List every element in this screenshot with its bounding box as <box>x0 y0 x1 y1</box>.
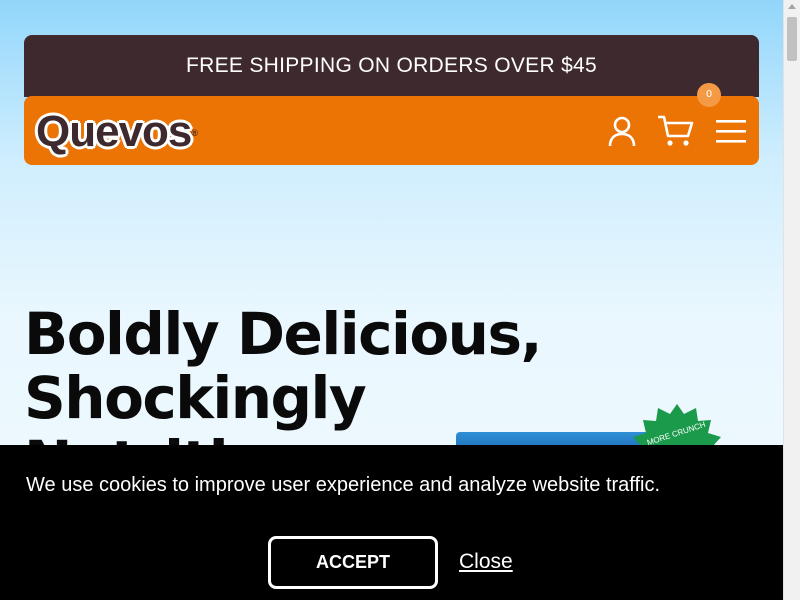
logo-text: Quevos <box>36 106 192 156</box>
promo-bar: FREE SHIPPING ON ORDERS OVER $45 <box>24 35 759 97</box>
nav-icons: 0 <box>607 82 747 148</box>
scroll-up-arrow-icon[interactable] <box>788 4 796 9</box>
promo-text: FREE SHIPPING ON ORDERS OVER $45 <box>185 54 598 77</box>
cookie-banner: We use cookies to improve user experienc… <box>0 445 783 600</box>
hero-title-line-1: Boldly Delicious, <box>24 300 543 368</box>
menu-icon <box>716 119 746 143</box>
scrollbar-thumb[interactable] <box>787 17 797 61</box>
registered-mark: ® <box>191 127 198 138</box>
cart-button[interactable]: 0 <box>657 82 721 148</box>
close-link[interactable]: Close <box>459 550 513 574</box>
accept-button[interactable]: ACCEPT <box>268 536 438 589</box>
nav-bar: Quevos® 0 <box>24 82 759 165</box>
hero-title-line-2: Shockingly <box>24 364 367 432</box>
cookie-message: We use cookies to improve user experienc… <box>26 474 661 496</box>
site-header: FREE SHIPPING ON ORDERS OVER $45 Quevos®… <box>24 35 759 165</box>
menu-button[interactable] <box>715 118 747 144</box>
scrollbar[interactable] <box>783 0 800 600</box>
account-button[interactable] <box>607 115 637 147</box>
brand-logo[interactable]: Quevos® <box>36 106 198 156</box>
account-icon <box>608 116 636 146</box>
cart-icon <box>658 115 694 146</box>
cart-count-badge: 0 <box>697 82 721 107</box>
